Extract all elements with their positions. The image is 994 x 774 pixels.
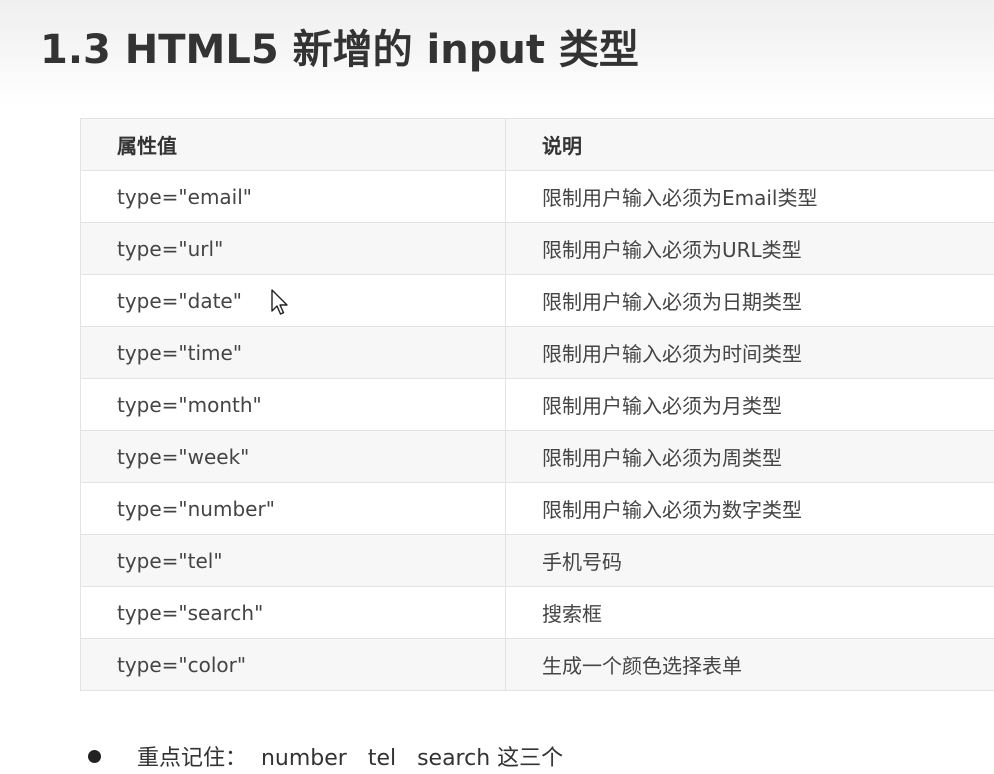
table-row: type="email" 限制用户输入必须为Email类型 [80,170,994,223]
table-row: type="color" 生成一个颜色选择表单 [80,638,994,691]
input-types-table-container: 属性值 说明 type="email" 限制用户输入必须为Email类型 typ… [80,118,994,691]
row-description: 生成一个颜色选择表单 [505,638,994,691]
row-type-value: type="url" [80,222,506,275]
table-row: type="date" 限制用户输入必须为日期类型 [80,274,994,327]
slide: 1.3 HTML5 新增的 input 类型 属性值 说明 type="emai… [0,0,994,774]
row-description: 限制用户输入必须为月类型 [505,378,994,431]
table-row: type="month" 限制用户输入必须为月类型 [80,378,994,431]
mouse-pointer-icon [271,289,288,315]
row-description: 手机号码 [505,534,994,587]
input-types-table: 属性值 说明 type="email" 限制用户输入必须为Email类型 typ… [80,118,994,691]
row-description: 限制用户输入必须为日期类型 [505,274,994,327]
key-point-note: 重点记住： number tel search 这三个 [88,738,563,774]
row-type-value: type="email" [80,170,506,223]
key-point-text: 重点记住： number tel search 这三个 [137,746,564,771]
row-type-value: type="week" [80,430,506,483]
row-type-value: type="color" [80,638,506,691]
row-description: 限制用户输入必须为Email类型 [505,170,994,223]
row-type-value: type="month" [80,378,506,431]
row-description: 限制用户输入必须为URL类型 [505,222,994,275]
row-type-value: type="date" [80,274,506,327]
header-attribute-value: 属性值 [80,118,506,171]
row-type-value: type="search" [80,586,506,639]
row-description: 限制用户输入必须为周类型 [505,430,994,483]
table-row: type="url" 限制用户输入必须为URL类型 [80,222,994,275]
row-description: 限制用户输入必须为数字类型 [505,482,994,535]
row-type-value: type="tel" [80,534,506,587]
table-row: type="week" 限制用户输入必须为周类型 [80,430,994,483]
table-header-row: 属性值 说明 [80,118,994,171]
row-type-value: type="number" [80,482,506,535]
row-description: 搜索框 [505,586,994,639]
table-row: type="time" 限制用户输入必须为时间类型 [80,326,994,379]
table-row: type="number" 限制用户输入必须为数字类型 [80,482,994,535]
header-description: 说明 [505,118,994,171]
row-description: 限制用户输入必须为时间类型 [505,326,994,379]
table-row: type="search" 搜索框 [80,586,994,639]
row-type-value: type="time" [80,326,506,379]
table-row: type="tel" 手机号码 [80,534,994,587]
bullet-dot-icon [88,749,101,763]
page-title: 1.3 HTML5 新增的 input 类型 [40,27,639,73]
